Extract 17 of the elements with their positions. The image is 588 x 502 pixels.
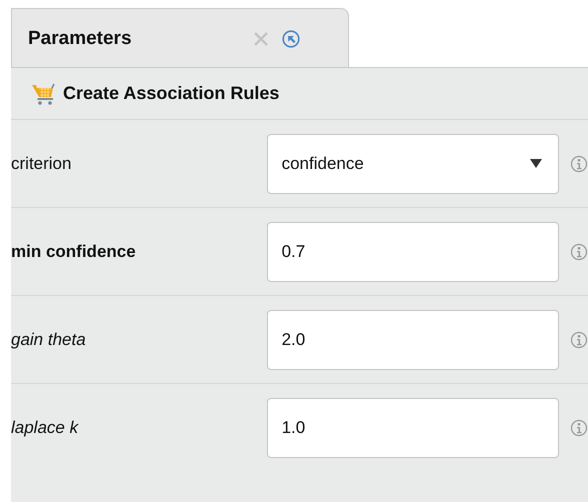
- operator-title: Create Association Rules: [63, 83, 280, 104]
- parameter-label: min confidence: [11, 242, 137, 262]
- info-icon[interactable]: [570, 418, 588, 436]
- panel-tab[interactable]: Parameters: [11, 8, 349, 68]
- info-icon[interactable]: [570, 242, 588, 260]
- input-field[interactable]: 2.0: [266, 310, 559, 370]
- info-icon[interactable]: [570, 330, 588, 348]
- parameter-label: gain theta: [11, 330, 87, 350]
- input-field[interactable]: 0.7: [266, 222, 559, 282]
- caret-icon: [530, 159, 542, 168]
- cart-icon: [31, 82, 55, 106]
- info-icon[interactable]: [570, 154, 588, 172]
- parameter-label: laplace k: [11, 418, 80, 438]
- close-icon[interactable]: [253, 30, 269, 46]
- dropdown[interactable]: confidence: [266, 134, 559, 194]
- parameter-label: criterion: [11, 154, 72, 174]
- input-field[interactable]: 1.0: [266, 398, 559, 458]
